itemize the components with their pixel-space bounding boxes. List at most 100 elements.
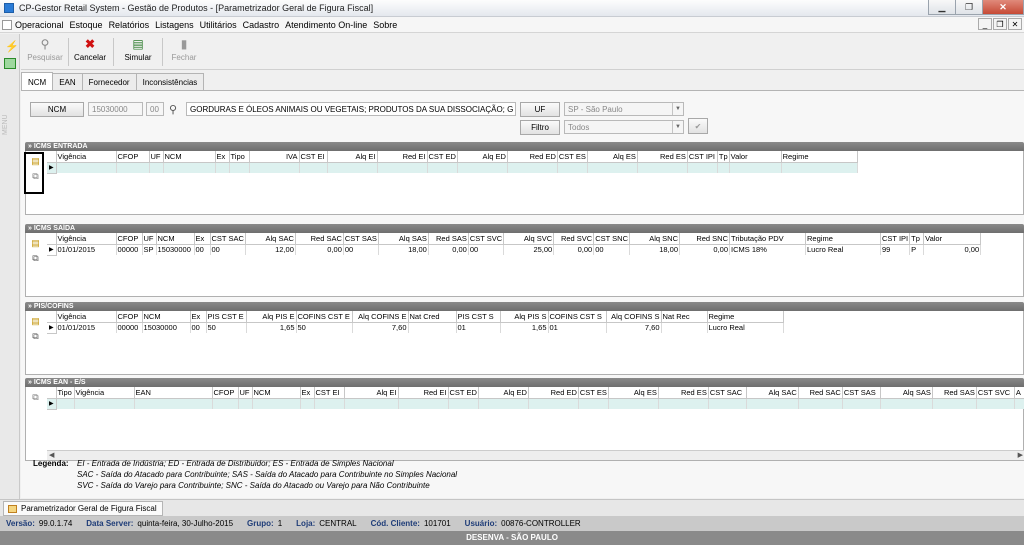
col-header[interactable]: Ex bbox=[190, 311, 207, 323]
close-window-button[interactable]: ✕ bbox=[982, 0, 1024, 15]
menu-operacional[interactable]: Operacional bbox=[15, 20, 64, 30]
table-cell[interactable]: 25,00 bbox=[503, 244, 555, 255]
col-header[interactable]: Alq PIS S bbox=[500, 311, 549, 323]
menu-sobre[interactable]: Sobre bbox=[373, 20, 397, 30]
uf-select[interactable]: SP - São Paulo ▼ bbox=[564, 102, 684, 116]
fechar-button[interactable]: ▮ Fechar bbox=[169, 37, 199, 69]
table-cell[interactable]: 18,00 bbox=[378, 244, 429, 255]
col-header[interactable]: Alq ES bbox=[608, 387, 659, 399]
col-header[interactable]: Red ES bbox=[658, 387, 709, 399]
pesquisar-button[interactable]: ⚲ Pesquisar bbox=[27, 37, 63, 69]
col-header[interactable]: Red SNC bbox=[679, 233, 731, 245]
col-header[interactable]: Red SVC bbox=[553, 233, 595, 245]
table-cell[interactable]: 01/01/2015 bbox=[56, 322, 117, 333]
col-header[interactable]: Ex bbox=[300, 387, 315, 399]
col-header[interactable]: Alq COFINS S bbox=[606, 311, 662, 323]
cancelar-button[interactable]: ✖ Cancelar bbox=[73, 37, 107, 69]
ncm-ex-field[interactable]: 00 bbox=[146, 102, 164, 116]
col-header[interactable]: COFINS CST S bbox=[548, 311, 607, 323]
table-row[interactable]: ▶ bbox=[47, 162, 858, 174]
col-header[interactable]: Red SAS bbox=[932, 387, 977, 399]
col-header[interactable]: Regime bbox=[805, 233, 882, 245]
tab-fornecedor[interactable]: Fornecedor bbox=[81, 73, 137, 91]
filtro-select[interactable]: Todos ▼ bbox=[564, 120, 684, 134]
col-header[interactable]: PIS CST S bbox=[456, 311, 501, 323]
col-header[interactable]: Alq SAC bbox=[746, 387, 799, 399]
minimize-button[interactable]: ▁ bbox=[928, 0, 956, 15]
col-header[interactable]: UF bbox=[142, 233, 157, 245]
table-cell[interactable]: 18,00 bbox=[629, 244, 681, 255]
col-header[interactable]: NCM bbox=[142, 311, 191, 323]
col-header[interactable]: Alq SAC bbox=[245, 233, 296, 245]
simular-button[interactable]: ▤ Simular bbox=[121, 37, 155, 69]
table-cell[interactable]: 15030000 bbox=[142, 322, 191, 333]
mdi-close-button[interactable]: ✕ bbox=[1008, 18, 1022, 30]
col-header[interactable]: Tributação PDV bbox=[729, 233, 807, 245]
table-cell[interactable]: 00000 bbox=[116, 322, 143, 333]
icms-saida-grid[interactable]: Vigência CFOP UF NCM Ex CST SAC Alq SAC … bbox=[47, 233, 982, 256]
menu-atendimento[interactable]: Atendimento On-line bbox=[285, 20, 367, 30]
col-header[interactable]: Alq EI bbox=[327, 151, 378, 163]
col-header[interactable]: Ex bbox=[194, 233, 211, 245]
table-cell[interactable]: 00 bbox=[194, 244, 211, 255]
col-header[interactable]: Alq ED bbox=[478, 387, 529, 399]
table-cell[interactable]: 0,00 bbox=[428, 244, 469, 255]
col-header[interactable]: Red SAS bbox=[428, 233, 469, 245]
col-header[interactable]: CST EI bbox=[299, 151, 328, 163]
copy-record-icon[interactable]: ⧉ bbox=[31, 331, 41, 341]
tab-ncm[interactable]: NCM bbox=[21, 72, 54, 91]
col-header[interactable]: CST ES bbox=[578, 387, 609, 399]
col-header[interactable]: CST SAS bbox=[842, 387, 881, 399]
col-header[interactable]: Red ED bbox=[507, 151, 558, 163]
table-cell[interactable]: Lucro Real bbox=[805, 244, 882, 255]
table-cell[interactable]: 0,00 bbox=[923, 244, 982, 255]
col-header[interactable]: Vigência bbox=[56, 311, 117, 323]
col-header[interactable]: CFOP bbox=[212, 387, 239, 399]
col-header[interactable]: Vigência bbox=[56, 233, 117, 245]
copy-record-icon[interactable]: ⧉ bbox=[31, 253, 41, 263]
uf-button[interactable]: UF bbox=[520, 102, 560, 117]
mdi-restore-button[interactable]: ❐ bbox=[993, 18, 1007, 30]
panel-toggle-icon[interactable] bbox=[4, 58, 16, 69]
col-header[interactable]: Red SAC bbox=[798, 387, 843, 399]
ncm-code-field[interactable]: 15030000 bbox=[88, 102, 143, 116]
col-header[interactable]: UF bbox=[149, 151, 164, 163]
table-cell[interactable]: 12,00 bbox=[245, 244, 296, 255]
col-header[interactable]: Alq PIS E bbox=[246, 311, 297, 323]
col-header[interactable]: CFOP bbox=[116, 311, 143, 323]
menu-cadastro[interactable]: Cadastro bbox=[243, 20, 280, 30]
task-window-button[interactable]: Parametrizador Geral de Figura Fiscal bbox=[3, 501, 163, 516]
icms-ean-grid[interactable]: Tipo Vigência EAN CFOP UF NCM Ex CST EI … bbox=[47, 387, 1024, 410]
col-header[interactable]: Vigência bbox=[74, 387, 135, 399]
col-header[interactable]: Alq COFINS E bbox=[352, 311, 409, 323]
col-header[interactable]: Tipo bbox=[229, 151, 250, 163]
table-cell[interactable] bbox=[408, 322, 457, 333]
col-header[interactable]: CST SNC bbox=[593, 233, 631, 245]
table-row[interactable]: ▶ bbox=[47, 398, 1024, 410]
pis-cofins-grid[interactable]: Vigência CFOP NCM Ex PIS CST E Alq PIS E… bbox=[47, 311, 784, 334]
col-header[interactable]: Red ES bbox=[637, 151, 688, 163]
col-header[interactable]: NCM bbox=[252, 387, 301, 399]
col-header[interactable]: Valor bbox=[729, 151, 782, 163]
menu-estoque[interactable]: Estoque bbox=[70, 20, 103, 30]
mdi-minimize-button[interactable]: _ bbox=[978, 18, 992, 30]
col-header[interactable]: CST IPI bbox=[880, 233, 911, 245]
col-header[interactable]: Tipo bbox=[56, 387, 75, 399]
table-row[interactable]: ▶ 01/01/2015 00000 15030000 00 50 1,65 5… bbox=[47, 322, 784, 334]
col-header[interactable]: Red SAC bbox=[295, 233, 344, 245]
table-cell[interactable]: Lucro Real bbox=[707, 322, 784, 333]
table-cell[interactable]: 00 bbox=[468, 244, 505, 255]
col-header[interactable]: A bbox=[1014, 387, 1024, 399]
table-cell[interactable]: SP bbox=[142, 244, 157, 255]
table-cell[interactable]: 01 bbox=[456, 322, 501, 333]
col-header[interactable]: Alq SAS bbox=[880, 387, 933, 399]
table-cell[interactable]: 01/01/2015 bbox=[56, 244, 117, 255]
col-header[interactable]: Alq SAS bbox=[378, 233, 429, 245]
menu-utilitarios[interactable]: Utilitários bbox=[200, 20, 237, 30]
col-header[interactable]: CST ES bbox=[557, 151, 588, 163]
table-cell[interactable]: 00000 bbox=[116, 244, 143, 255]
col-header[interactable]: CST IPI bbox=[687, 151, 718, 163]
col-header[interactable]: Alq SVC bbox=[503, 233, 555, 245]
col-header[interactable]: IVA bbox=[249, 151, 300, 163]
col-header[interactable]: UF bbox=[238, 387, 253, 399]
